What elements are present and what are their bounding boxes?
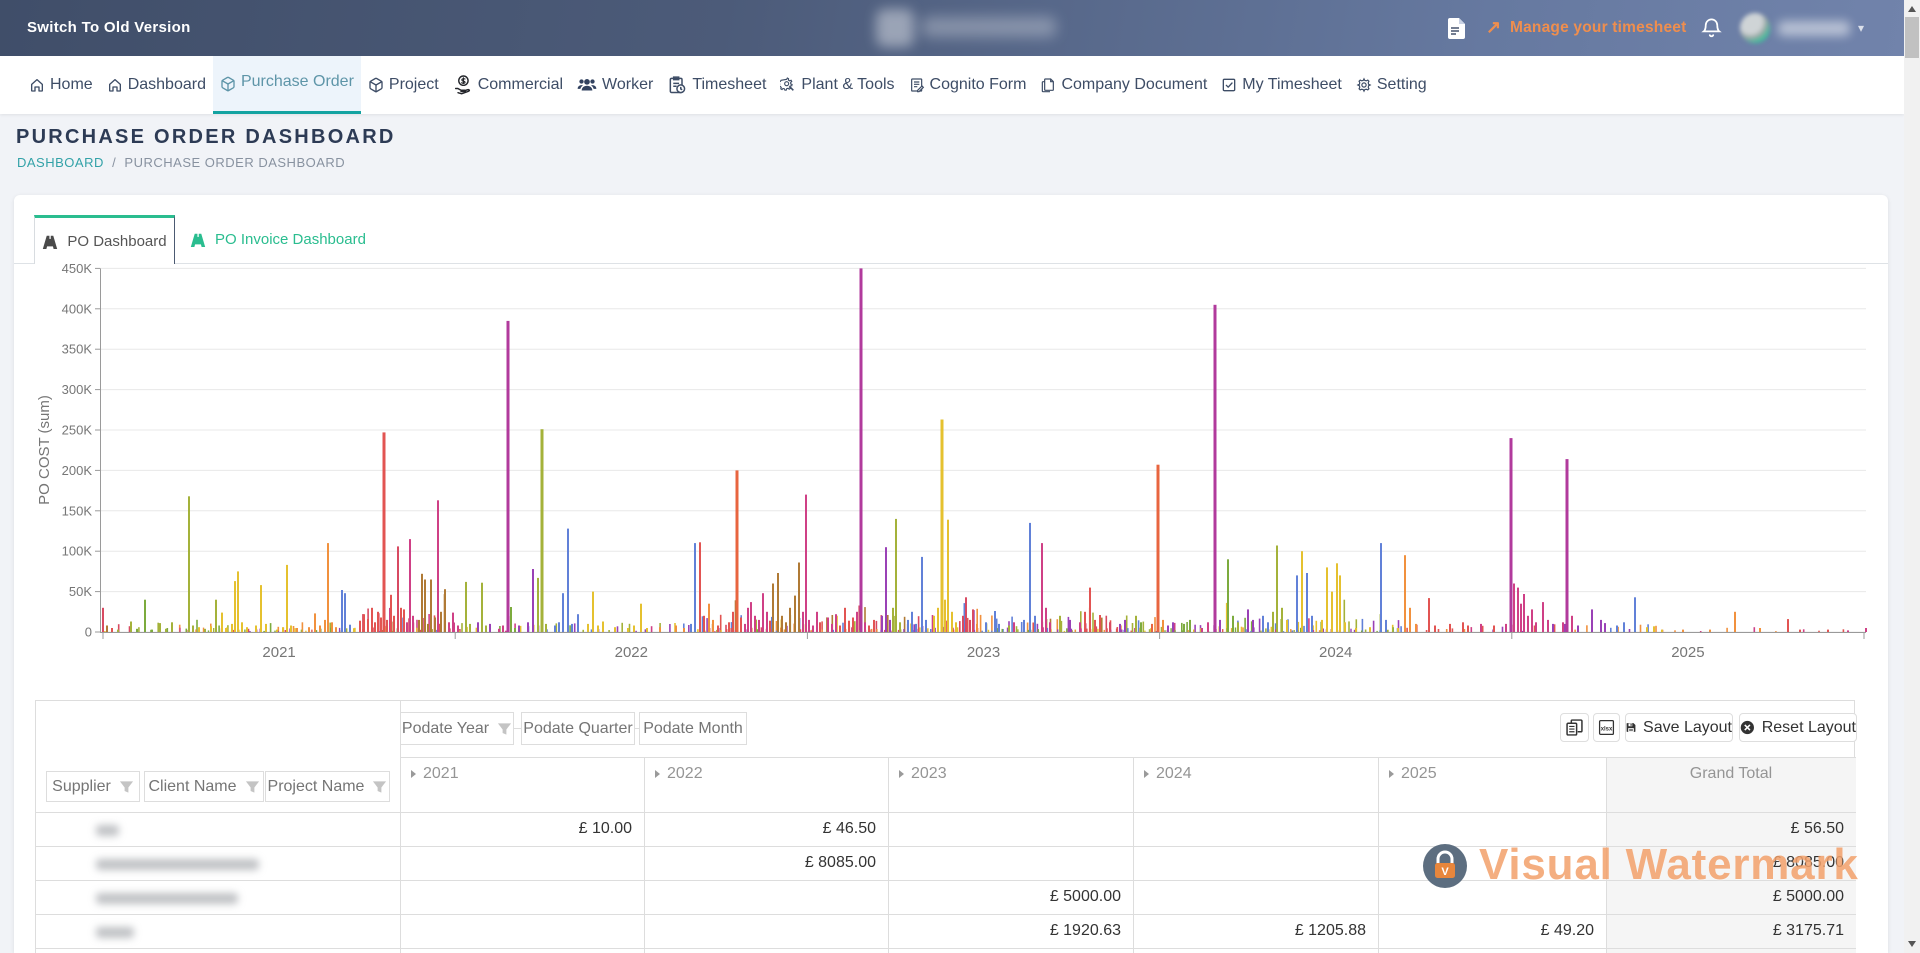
svg-text:xlsx: xlsx — [1601, 727, 1613, 733]
svg-text:V: V — [1441, 866, 1449, 878]
